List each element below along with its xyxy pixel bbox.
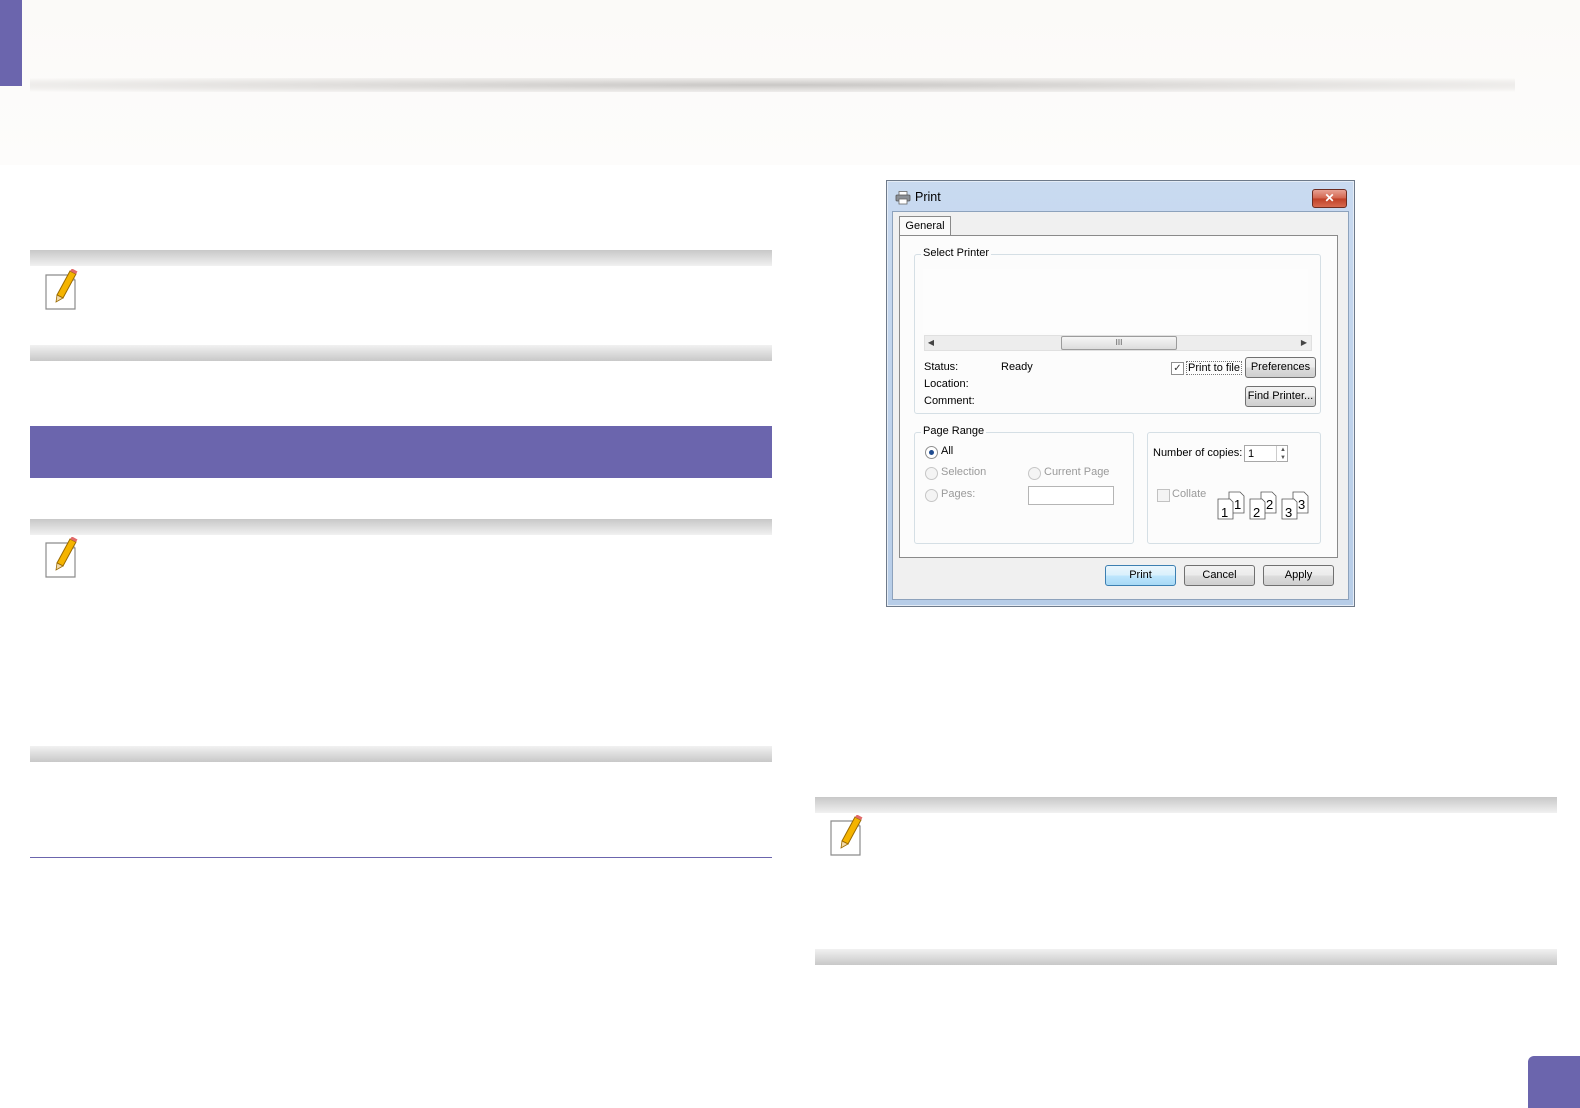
print-button[interactable]: Print [1105, 565, 1176, 586]
note-pencil-icon [43, 268, 83, 313]
note-box-bottom-bar [30, 345, 772, 361]
pages-input[interactable] [1028, 486, 1114, 505]
print-to-file-label[interactable]: Print to file [1186, 361, 1242, 375]
note-pencil-icon [828, 814, 868, 859]
apply-button[interactable]: Apply [1263, 565, 1334, 586]
printer-list[interactable] [923, 269, 1308, 333]
tab-general[interactable]: General [899, 216, 951, 236]
preferences-button[interactable]: Preferences [1245, 357, 1316, 378]
cancel-button[interactable]: Cancel [1184, 565, 1255, 586]
range-current-page-label: Current Page [1044, 466, 1110, 478]
range-all-label: All [941, 445, 954, 457]
header-accent-bar [0, 0, 22, 86]
location-label: Location: [924, 378, 969, 390]
copies-spinner[interactable]: ▲ ▼ [1276, 446, 1289, 462]
collate-label: Collate [1172, 488, 1207, 500]
printer-icon [895, 191, 911, 205]
note-pencil-icon [43, 536, 83, 581]
scrollbar-thumb[interactable]: III [1061, 336, 1177, 350]
close-button[interactable]: ✕ [1312, 189, 1347, 208]
page-range-legend: Page Range [921, 425, 987, 437]
range-all-radio[interactable] [925, 446, 938, 459]
find-printer-button[interactable]: Find Printer... [1245, 386, 1316, 407]
select-printer-legend: Select Printer [921, 247, 992, 259]
print-to-file-checkbox[interactable]: ✓ [1171, 362, 1184, 375]
printer-list-scrollbar[interactable]: ◀ III ▶ [924, 335, 1312, 351]
copies-label: Number of copies: [1153, 447, 1243, 459]
comment-label: Comment: [924, 395, 975, 407]
collate-page-stack-1: 1 1 [1216, 491, 1248, 521]
range-selection-label: Selection [941, 466, 987, 478]
copies-group: Number of copies: 1 ▲ ▼ Collate 1 1 2 2 … [1147, 432, 1321, 544]
section-divider [30, 857, 772, 858]
print-dialog: Print ✕ General Select Printer ◀ III ▶ S… [886, 180, 1355, 607]
dialog-title: Print [915, 190, 941, 204]
note-box-top-bar [815, 797, 1557, 813]
range-pages-label: Pages: [941, 488, 976, 500]
status-value: Ready [1001, 361, 1033, 373]
note-box-bottom-bar [30, 746, 772, 762]
page-range-group: Page Range All Selection Current Page Pa… [914, 425, 1134, 544]
radio-selected-dot [929, 450, 934, 455]
note-box-top-bar [30, 250, 772, 266]
collate-checkbox[interactable] [1157, 489, 1170, 502]
range-selection-radio[interactable] [925, 467, 938, 480]
tab-panel-general: Select Printer ◀ III ▶ Status: Ready Loc… [899, 235, 1338, 558]
select-printer-group: Select Printer ◀ III ▶ Status: Ready Loc… [914, 247, 1321, 414]
collate-page-stack-2: 2 2 [1248, 491, 1280, 521]
status-label: Status: [924, 361, 959, 373]
scroll-left-arrow[interactable]: ◀ [925, 336, 937, 350]
note-box-top-bar [30, 519, 772, 535]
close-icon: ✕ [1324, 191, 1335, 205]
dialog-body: General Select Printer ◀ III ▶ Status: R… [892, 211, 1349, 600]
header-shadow-rule [30, 78, 1515, 92]
range-current-page-radio[interactable] [1028, 467, 1041, 480]
scroll-right-arrow[interactable]: ▶ [1298, 336, 1310, 350]
range-pages-radio[interactable] [925, 489, 938, 502]
section-heading-bar [30, 426, 772, 478]
page-number-tab [1528, 1056, 1580, 1108]
collate-page-stack-3: 3 3 [1280, 491, 1312, 521]
note-box-bottom-bar [815, 949, 1557, 965]
